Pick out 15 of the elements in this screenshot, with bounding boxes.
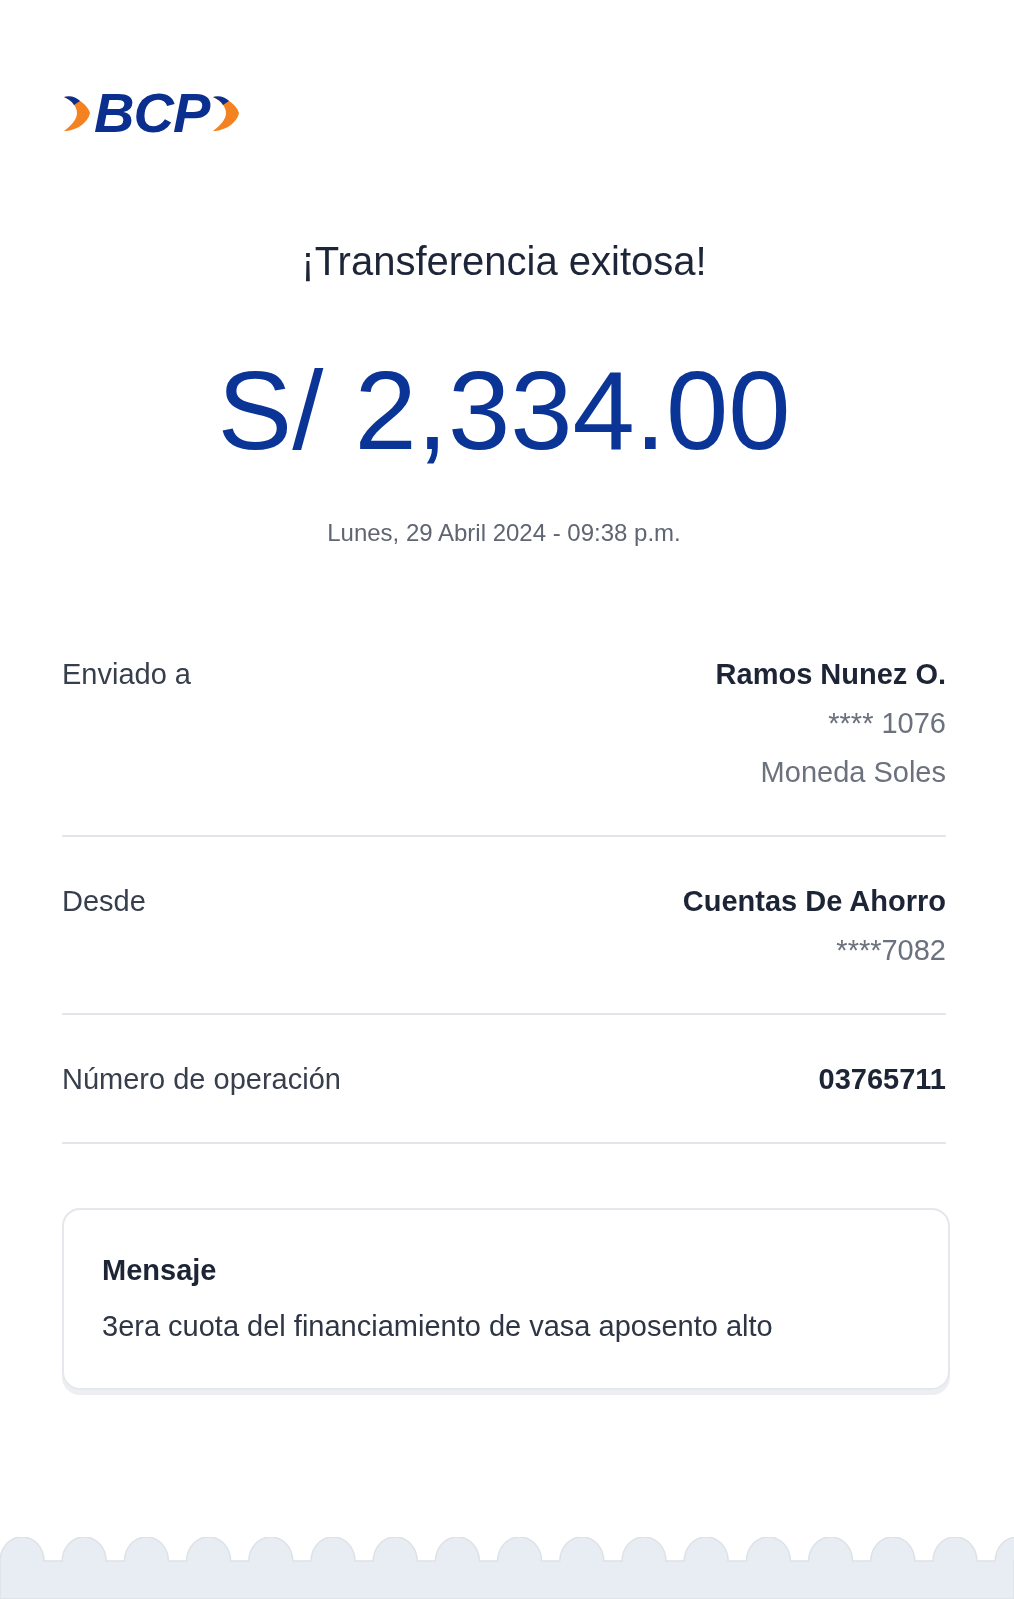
detail-subvalue: ****7082 xyxy=(836,933,946,968)
bank-logo: BCP xyxy=(94,90,210,136)
success-title: ¡Transferencia exitosa! xyxy=(301,238,707,285)
transfer-amount: S/ 2,334.00 xyxy=(217,347,791,475)
message-text: 3era cuota del financiamiento de vasa aposento alto xyxy=(102,1309,774,1344)
detail-value: Ramos Nunez O. xyxy=(715,657,946,692)
detail-value: 03765711 xyxy=(818,1062,946,1097)
detail-subvalue: **** 1076 xyxy=(828,706,946,741)
detail-label: Número de operación xyxy=(62,1062,341,1097)
detail-label: Desde xyxy=(62,884,146,919)
detail-label: Enviado a xyxy=(62,657,191,692)
detail-value: Cuentas De Ahorro xyxy=(682,884,946,919)
detail-subvalue: Moneda Soles xyxy=(760,755,946,790)
message-heading: Mensaje xyxy=(102,1253,218,1288)
transfer-date: Lunes, 29 Abril 2024 - 09:38 p.m. xyxy=(327,518,681,548)
